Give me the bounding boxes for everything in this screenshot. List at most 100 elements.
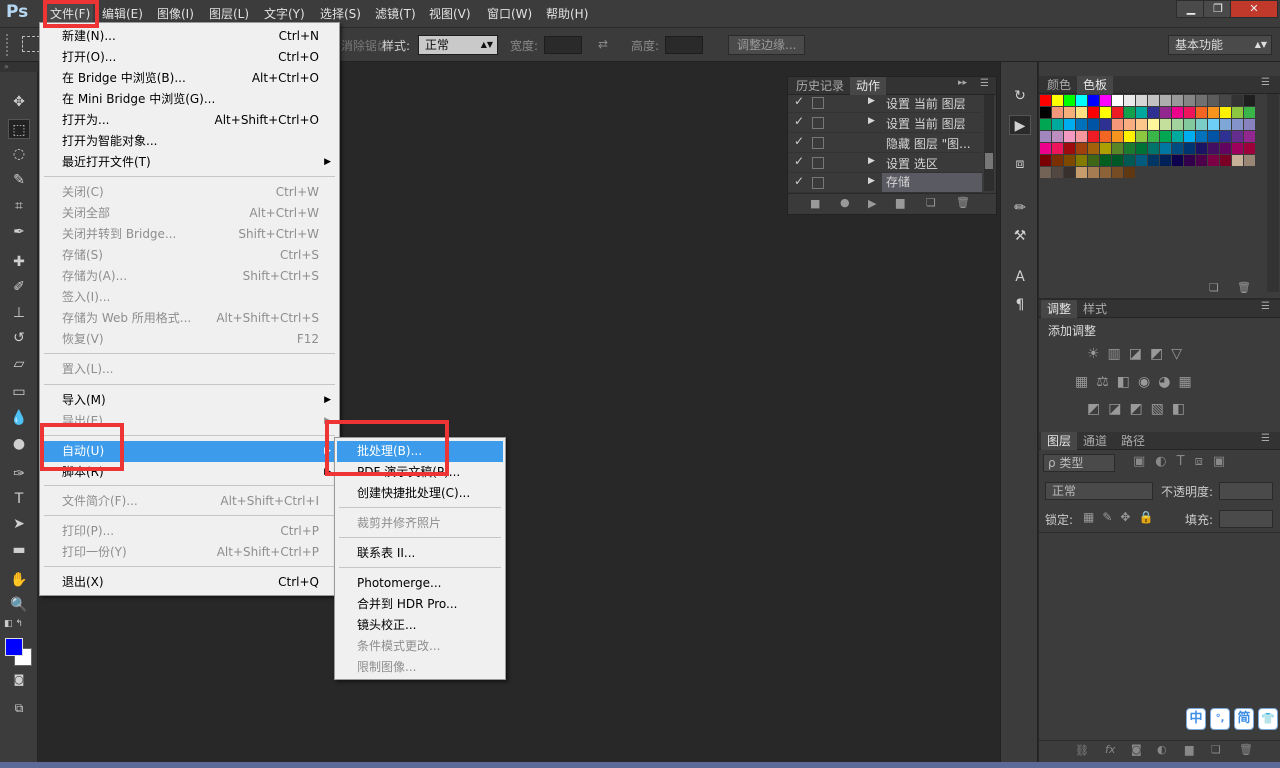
swap-icon[interactable]: ⇄: [598, 37, 608, 51]
adjustment-icons-row[interactable]: ◩◪◩▧◧: [1087, 401, 1193, 417]
color-swatch[interactable]: [1244, 131, 1255, 142]
panel-expand-icon[interactable]: ▸▸: [958, 78, 967, 88]
color-swatch[interactable]: [1196, 143, 1207, 154]
fill-input[interactable]: [1219, 510, 1273, 528]
color-swatch[interactable]: [1112, 143, 1123, 154]
color-swatch[interactable]: [1076, 119, 1087, 130]
color-swatch[interactable]: [1208, 131, 1219, 142]
character-icon[interactable]: A: [1009, 267, 1031, 287]
expand-triangle-icon[interactable]: ▶: [868, 116, 875, 126]
tab-color[interactable]: 颜色: [1041, 76, 1077, 94]
color-swatch[interactable]: [1208, 155, 1219, 166]
blur-tool-icon[interactable]: 💧: [8, 408, 30, 428]
color-swatch[interactable]: [1196, 131, 1207, 142]
rectangle-tool-icon[interactable]: ▬: [8, 540, 30, 560]
restore-button[interactable]: ❐: [1203, 0, 1233, 18]
color-swatch[interactable]: [1112, 131, 1123, 142]
color-swatch[interactable]: [1040, 155, 1051, 166]
color-swatch[interactable]: [1064, 131, 1075, 142]
layer-filter-select[interactable]: ρ 类型: [1043, 454, 1115, 472]
color-swatch[interactable]: [1148, 155, 1159, 166]
color-swatch[interactable]: [1172, 119, 1183, 130]
record-icon[interactable]: ●: [840, 196, 850, 209]
minimize-button[interactable]: ▁: [1176, 0, 1206, 18]
color-swatch[interactable]: [1184, 155, 1195, 166]
color-swatch[interactable]: [1040, 95, 1051, 106]
dialog-toggle-icon[interactable]: [812, 97, 824, 109]
color-swatch[interactable]: [1040, 119, 1051, 130]
color-swatch[interactable]: [1112, 167, 1123, 178]
dialog-toggle-icon[interactable]: [812, 137, 824, 149]
automate-menu-item[interactable]: Photomerge...: [337, 573, 503, 594]
color-swatch[interactable]: [1220, 107, 1231, 118]
tab-styles[interactable]: 样式: [1077, 300, 1113, 318]
height-input[interactable]: [665, 36, 703, 54]
color-swatch[interactable]: [1196, 95, 1207, 106]
action-row[interactable]: ✓ ▶ 设置 选区: [788, 153, 982, 173]
dialog-toggle-icon[interactable]: [812, 157, 824, 169]
color-swatch[interactable]: [1196, 155, 1207, 166]
color-swatch[interactable]: [1088, 119, 1099, 130]
color-swatch[interactable]: [1184, 107, 1195, 118]
color-swatch[interactable]: [1160, 107, 1171, 118]
color-swatch[interactable]: [1148, 119, 1159, 130]
color-swatch[interactable]: [1136, 155, 1147, 166]
adjustment-icons-row[interactable]: ☀▥◪◩▽: [1087, 346, 1190, 362]
color-swatch[interactable]: [1232, 143, 1243, 154]
mask-icon[interactable]: ◙: [1131, 743, 1142, 756]
blend-mode-select[interactable]: 正常: [1045, 482, 1153, 500]
color-swatch[interactable]: [1184, 143, 1195, 154]
quick-select-tool-icon[interactable]: ✎: [8, 170, 30, 190]
dodge-tool-icon[interactable]: ●: [8, 434, 30, 454]
check-icon[interactable]: ✓: [794, 174, 804, 188]
check-icon[interactable]: ✓: [794, 94, 804, 108]
close-button[interactable]: ✕: [1230, 0, 1278, 18]
link-icon[interactable]: ⛓: [1075, 744, 1089, 757]
color-swatch[interactable]: [1208, 95, 1219, 106]
color-swatch[interactable]: [1052, 107, 1063, 118]
workspace-select[interactable]: 基本功能 ▲▼: [1168, 35, 1272, 55]
foreground-color-swatch[interactable]: [5, 638, 23, 656]
color-swatch[interactable]: [1124, 95, 1135, 106]
color-swatch[interactable]: [1220, 95, 1231, 106]
check-icon[interactable]: ✓: [794, 154, 804, 168]
new-layer-icon[interactable]: ❏: [1211, 743, 1221, 756]
color-swatch[interactable]: [1148, 131, 1159, 142]
play-icon[interactable]: ▶: [868, 197, 876, 210]
action-row[interactable]: ✓ 隐藏 图层 "图...: [788, 133, 982, 153]
color-swatch[interactable]: [1148, 107, 1159, 118]
file-menu-item[interactable]: 导入(M) ▶: [42, 390, 337, 411]
color-swatch[interactable]: [1244, 107, 1255, 118]
history-brush-tool-icon[interactable]: ↺: [8, 328, 30, 348]
hand-tool-icon[interactable]: ✋: [8, 570, 30, 590]
actions-play-icon[interactable]: ▶: [1009, 115, 1031, 135]
file-menu-item[interactable]: 在 Bridge 中浏览(B)... Alt+Ctrl+O: [42, 68, 337, 89]
trash-icon[interactable]: 🗑: [956, 196, 970, 209]
ime-chinese-button[interactable]: 中: [1186, 708, 1206, 730]
trash-icon[interactable]: 🗑: [1239, 743, 1253, 756]
color-swatch[interactable]: [1100, 119, 1111, 130]
color-swatch[interactable]: [1220, 155, 1231, 166]
color-swatch[interactable]: [1088, 131, 1099, 142]
gradient-tool-icon[interactable]: ▭: [8, 382, 30, 402]
tool-presets-icon[interactable]: ⚒: [1009, 226, 1031, 246]
automate-menu-item[interactable]: 镜头校正...: [337, 615, 503, 636]
tab-paths[interactable]: 路径: [1115, 432, 1151, 450]
new-swatch-icon[interactable]: ❏: [1209, 281, 1219, 294]
color-swatch[interactable]: [1184, 95, 1195, 106]
color-swatch[interactable]: [1232, 131, 1243, 142]
color-swatch[interactable]: [1100, 131, 1111, 142]
color-swatch[interactable]: [1220, 119, 1231, 130]
color-swatch[interactable]: [1076, 107, 1087, 118]
paragraph-icon[interactable]: ¶: [1009, 295, 1031, 315]
color-swatch[interactable]: [1076, 143, 1087, 154]
swatches-scrollbar[interactable]: [1267, 94, 1279, 292]
color-swatch[interactable]: [1244, 143, 1255, 154]
file-menu-item[interactable]: 打开为智能对象...: [42, 131, 337, 152]
color-swatch[interactable]: [1100, 167, 1111, 178]
color-swatch[interactable]: [1064, 167, 1075, 178]
3d-cube-icon[interactable]: ⧈: [1009, 154, 1031, 174]
color-swatch[interactable]: [1136, 119, 1147, 130]
color-swatch[interactable]: [1052, 143, 1063, 154]
brush-presets-icon[interactable]: ✏: [1009, 198, 1031, 218]
